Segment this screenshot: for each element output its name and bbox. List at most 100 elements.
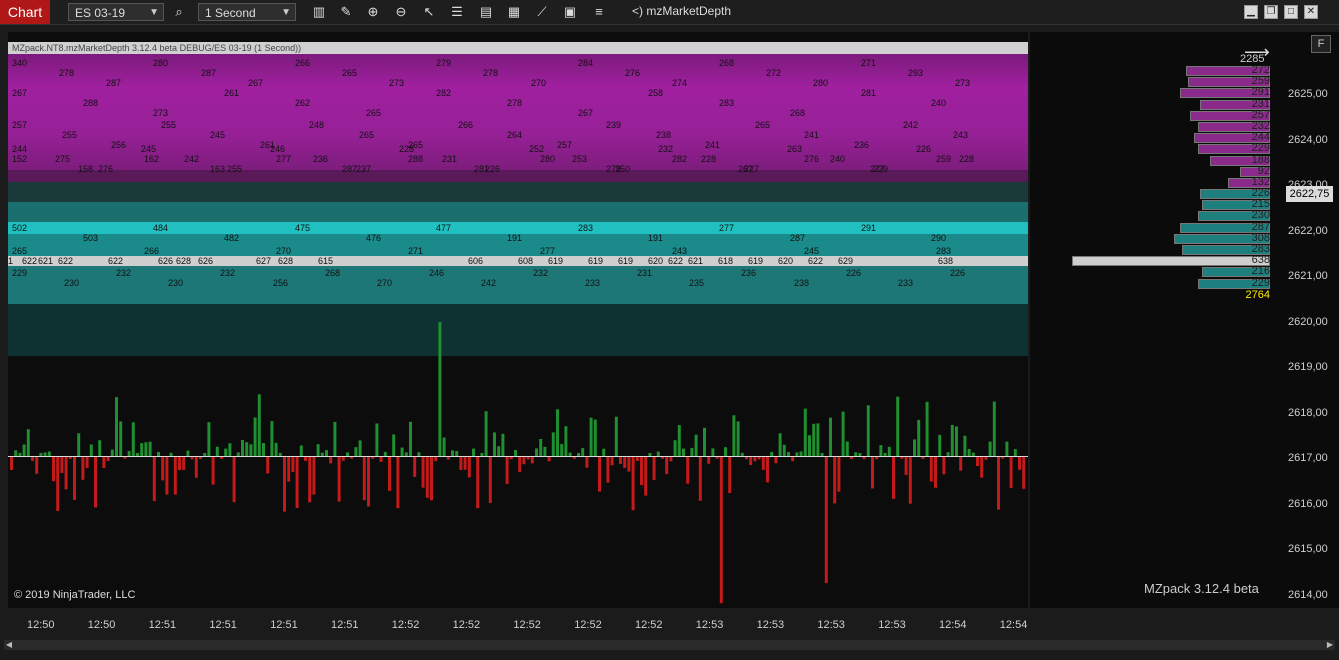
- dom-bid-value: 216: [1251, 265, 1270, 278]
- ask-cell: 264: [507, 130, 523, 140]
- price-axis-label: 2620,00: [1288, 315, 1328, 328]
- dom-bid-value: 215: [1251, 198, 1270, 211]
- ask-cell: 340: [12, 58, 28, 68]
- dom-ask-value: 291: [1251, 86, 1270, 99]
- buy-volume-bar: [119, 421, 123, 456]
- scroll-left-icon[interactable]: ◀: [4, 640, 14, 650]
- sell-volume-bar: [430, 456, 433, 501]
- ask-cell: 255: [227, 164, 243, 174]
- sell-volume-bar: [425, 456, 429, 498]
- horizontal-scrollbar[interactable]: ◀ ▶: [4, 640, 1335, 650]
- search-icon[interactable]: ⌕: [170, 3, 188, 21]
- minimize-icon[interactable]: ▁: [1244, 5, 1258, 19]
- sell-volume-bar: [266, 456, 270, 474]
- ask-cell: 287: [106, 78, 122, 88]
- time-axis-label: 12:50: [27, 619, 55, 631]
- data-box-icon[interactable]: ▦: [505, 3, 523, 21]
- bar-chart-icon[interactable]: ▥: [310, 3, 328, 21]
- price-line-cell: 622: [58, 256, 74, 266]
- sell-volume-bar: [892, 456, 895, 499]
- sell-volume-bar: [652, 456, 656, 480]
- sell-volume-bar: [308, 456, 312, 503]
- bid-cell: 265: [12, 246, 28, 256]
- ask-cell: 279: [436, 58, 452, 68]
- sell-volume-bar: [459, 456, 463, 470]
- zoom-out-icon[interactable]: ⊖: [392, 3, 410, 21]
- maximize-icon[interactable]: □: [1284, 5, 1298, 19]
- sell-volume-bar: [976, 456, 979, 466]
- buy-volume-bar: [732, 415, 736, 456]
- sell-volume-bar: [929, 456, 933, 482]
- buy-volume-bar: [829, 417, 832, 456]
- buy-volume-bar: [703, 427, 706, 456]
- sell-volume-bar: [774, 456, 778, 464]
- bid-cell: 162: [144, 154, 160, 164]
- buy-volume-bar: [841, 411, 845, 456]
- dom-bid-value: 229: [1251, 276, 1270, 289]
- price-line-cell: 1: [8, 256, 14, 266]
- f-button[interactable]: F: [1311, 35, 1331, 53]
- bid-cell: 279: [606, 164, 622, 174]
- buy-volume-bar: [551, 432, 555, 456]
- interval-selector[interactable]: 1 Second ▼: [198, 3, 296, 21]
- bid-cell: 281: [474, 164, 490, 174]
- template-icon[interactable]: ▤: [477, 3, 495, 21]
- chart-panel[interactable]: MZpack.NT8.mzMarketDepth 3.12.4 beta DEB…: [8, 32, 1028, 608]
- buy-volume-bar: [358, 440, 362, 456]
- sell-volume-bar: [585, 456, 589, 468]
- sell-volume-bar: [476, 456, 480, 509]
- bid-cell: 259: [936, 154, 952, 164]
- price-line-cell: 626: [198, 256, 214, 266]
- buy-volume-bar: [879, 445, 883, 456]
- ask-cell: 280: [153, 58, 169, 68]
- price-line-cell: 619: [748, 256, 764, 266]
- instrument-selector[interactable]: ES 03-19 ▼: [68, 3, 164, 21]
- price-line-cell: 606: [468, 256, 484, 266]
- bid-cell: 256: [273, 278, 289, 288]
- ask-cell: 242: [903, 120, 919, 130]
- scroll-right-icon[interactable]: ▶: [1325, 640, 1335, 650]
- bid-cell: 233: [898, 278, 914, 288]
- buy-volume-bar: [245, 442, 249, 456]
- version-watermark: MZpack 3.12.4 beta: [1144, 581, 1259, 596]
- strategies-icon[interactable]: ⟋: [533, 3, 551, 21]
- time-axis-label: 12:52: [452, 619, 481, 631]
- restore-icon[interactable]: ❐: [1264, 5, 1278, 19]
- price-axis-label: 2625,00: [1288, 88, 1328, 100]
- bid-cell: 235: [689, 278, 705, 288]
- bid-cell: 475: [295, 223, 311, 233]
- sell-volume-bar: [60, 456, 64, 473]
- sell-volume-bar: [505, 456, 509, 484]
- sell-volume-bar: [644, 456, 648, 496]
- close-icon[interactable]: ✕: [1304, 5, 1318, 19]
- bid-cell: 270: [377, 278, 393, 288]
- buy-volume-bar: [845, 441, 849, 456]
- pencil-icon[interactable]: ✎: [337, 3, 355, 21]
- time-axis-label: 12:53: [878, 619, 906, 631]
- sell-volume-bar: [766, 456, 769, 483]
- dom-total: 2764: [1245, 289, 1270, 301]
- sell-volume-bar: [81, 456, 85, 480]
- chart-trader-icon[interactable]: ▣: [561, 3, 579, 21]
- ask-cell: 272: [766, 68, 782, 78]
- pointer-icon[interactable]: ↖: [420, 3, 438, 21]
- bid-cell: 245: [804, 246, 820, 256]
- bid-cell: 503: [83, 233, 99, 243]
- time-axis[interactable]: [0, 612, 1339, 640]
- price-line-cell: 619: [588, 256, 604, 266]
- price-line-cell: 622: [668, 256, 684, 266]
- bid-cell: 288: [408, 154, 424, 164]
- ask-cell: 265: [359, 130, 375, 140]
- bid-cell: 290: [931, 233, 947, 243]
- sell-volume-bar: [56, 456, 60, 511]
- properties-icon[interactable]: ☰: [448, 3, 466, 21]
- sell-volume-bar: [10, 456, 13, 470]
- list-icon[interactable]: ≡: [590, 3, 608, 21]
- buy-volume-bar: [614, 416, 618, 456]
- chart-tab[interactable]: Chart: [0, 0, 50, 24]
- ask-cell: 240: [830, 154, 846, 164]
- bid-cell: 229: [12, 268, 28, 278]
- bid-cell: 271: [408, 246, 424, 256]
- bid-cell: 236: [741, 268, 757, 278]
- zoom-in-icon[interactable]: ⊕: [364, 3, 382, 21]
